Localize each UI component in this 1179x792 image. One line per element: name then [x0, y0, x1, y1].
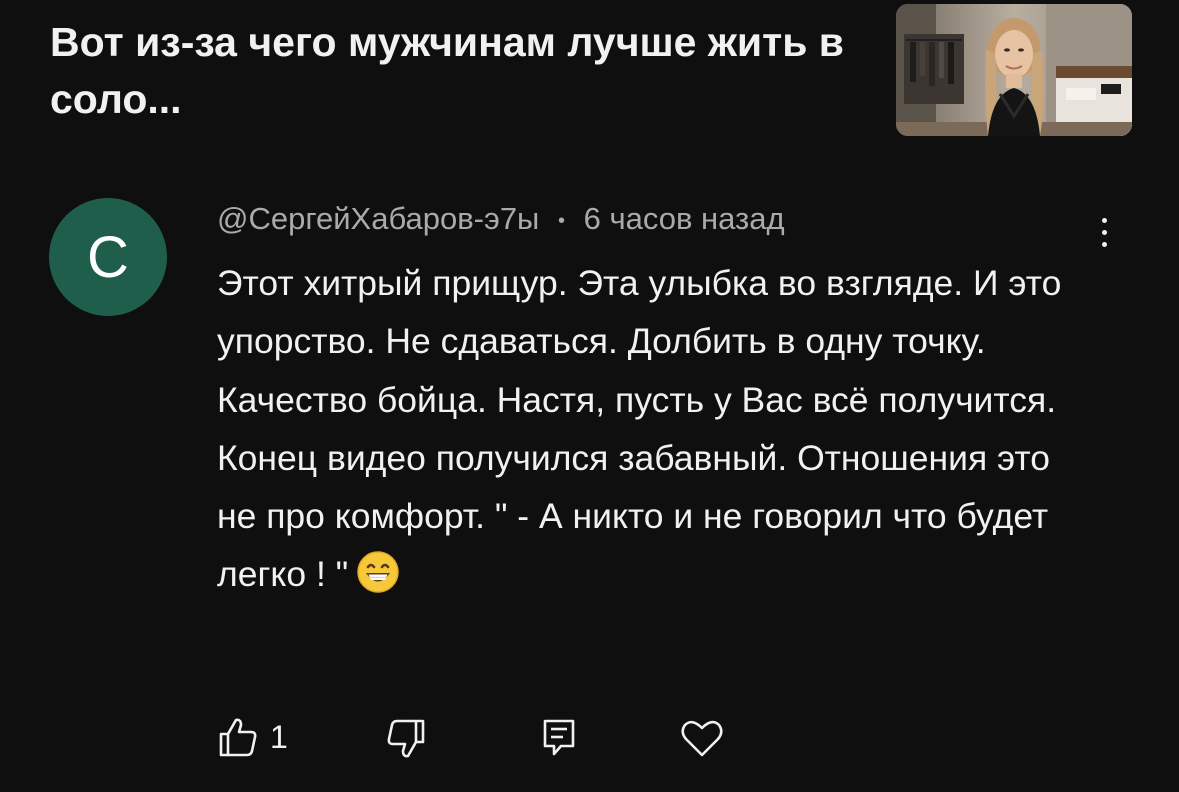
comment-time: 6 часов назад [583, 201, 785, 236]
dislike-button[interactable] [386, 718, 426, 760]
reply-button[interactable] [542, 718, 576, 758]
author-avatar[interactable]: С [49, 198, 167, 316]
like-count: 1 [270, 718, 288, 755]
video-thumbnail[interactable] [896, 4, 1132, 136]
thumbs-down-icon [387, 719, 425, 758]
thumbnail-image [896, 4, 1132, 136]
thumbs-up-icon [219, 718, 257, 757]
comment-author[interactable]: @СергейХабаров-э7ы [217, 201, 539, 236]
video-title[interactable]: Вот из-за чего мужчинам лучше жить в сол… [50, 14, 850, 128]
comment-text: Этот хитрый прищур. Эта улыбка во взгляд… [217, 254, 1097, 604]
grinning-face-emoji [357, 551, 400, 594]
avatar-letter: С [87, 224, 129, 290]
heart-icon [681, 720, 723, 757]
comment-body: Этот хитрый прищур. Эта улыбка во взгляд… [217, 263, 1062, 595]
like-button[interactable]: 1 [218, 716, 288, 758]
reply-comment-icon [543, 719, 575, 756]
heart-button[interactable] [680, 718, 724, 758]
comment-meta: @СергейХабаров-э7ы • 6 часов назад [217, 199, 785, 241]
meta-separator: • [557, 209, 565, 232]
more-vert-icon[interactable] [1084, 208, 1124, 256]
